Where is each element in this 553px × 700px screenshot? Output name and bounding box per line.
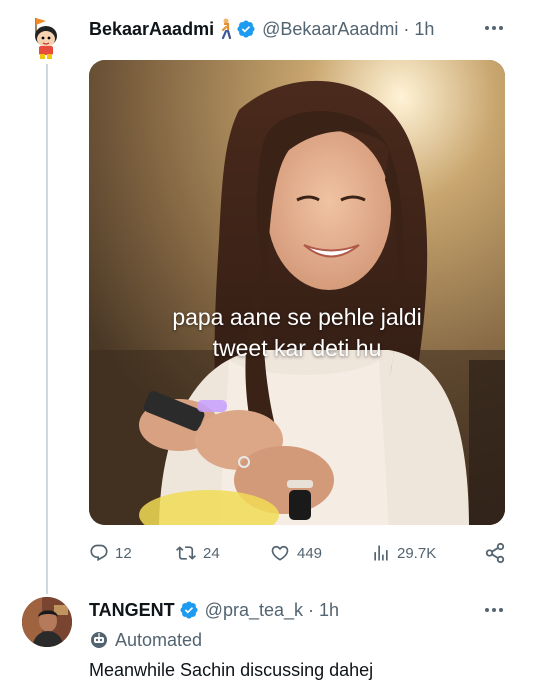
thread-line [46, 64, 48, 594]
photo [89, 60, 505, 525]
view-count: 29.7K [397, 544, 437, 562]
handle[interactable]: @pra_tea_k [205, 600, 303, 621]
analytics-icon [374, 545, 388, 561]
timestamp[interactable]: 1h [414, 19, 434, 40]
verified-badge-icon [179, 600, 199, 620]
automated-label[interactable]: Automated [89, 628, 202, 652]
automated-text: Automated [115, 629, 203, 650]
like-button[interactable]: 449 [269, 540, 322, 566]
bot-icon [91, 632, 107, 648]
timestamp[interactable]: 1h [319, 600, 339, 621]
tweet-header: BekaarAaadmi @BekaarAaadmi · 1h [89, 16, 529, 42]
handle[interactable]: @BekaarAaadmi [262, 19, 398, 40]
heart-icon [271, 545, 289, 561]
avatar[interactable] [22, 597, 72, 647]
avatar[interactable] [22, 14, 70, 62]
more-options-button[interactable] [483, 600, 505, 620]
retweet-icon [176, 546, 196, 560]
retweet-count: 24 [203, 544, 220, 562]
display-name[interactable]: TANGENT [89, 600, 175, 621]
caption-line: papa aane se pehle jaldi [172, 304, 422, 330]
views-button[interactable]: 29.7K [371, 540, 436, 566]
reply-count: 12 [115, 544, 132, 562]
verified-badge-icon [236, 19, 256, 39]
more-icon [485, 608, 503, 612]
more-options-button[interactable] [483, 18, 505, 38]
more-icon [485, 26, 503, 30]
reply-icon [90, 544, 108, 562]
person-walking-icon [219, 18, 233, 40]
separator: · [403, 18, 410, 39]
retweet-button[interactable]: 24 [175, 540, 220, 566]
display-name[interactable]: BekaarAaadmi [89, 19, 214, 40]
like-count: 449 [297, 544, 323, 562]
reply-button[interactable]: 12 [89, 540, 132, 566]
tweet-header: TANGENT @pra_tea_k · 1h [89, 597, 469, 623]
share-icon [485, 542, 505, 564]
tweet-text: Meanwhile Sachin discussing dahej [89, 660, 374, 680]
separator: · [308, 599, 315, 620]
tweet-actions: 12 24 449 29.7K [89, 540, 509, 566]
caption-line: tweet kar deti hu [212, 335, 382, 361]
media-caption: papa aane se pehle jaldi tweet kar deti … [89, 302, 505, 364]
share-button[interactable] [484, 540, 512, 566]
tweet-media-image[interactable]: papa aane se pehle jaldi tweet kar deti … [89, 60, 505, 525]
